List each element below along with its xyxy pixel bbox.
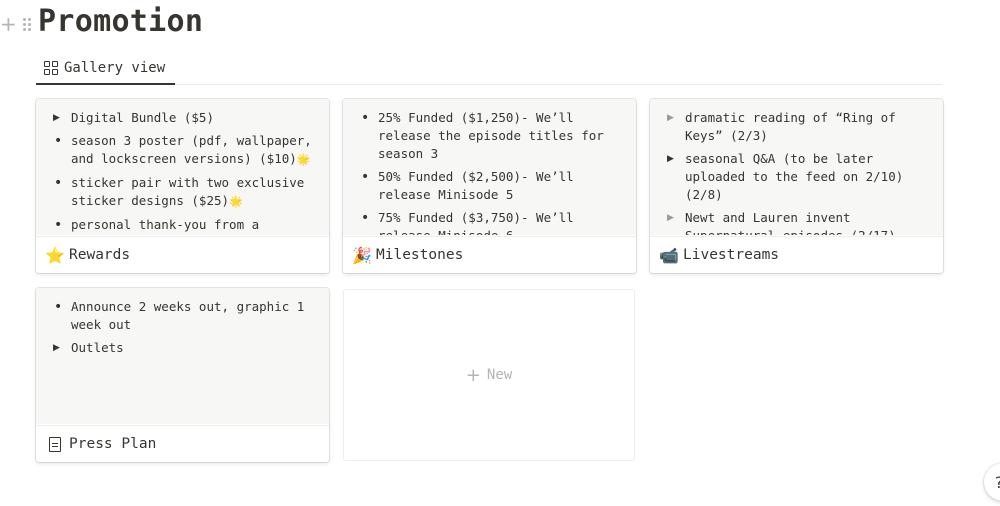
list-item: ▶ Outlets: [53, 339, 124, 357]
bullet-icon: •: [361, 169, 370, 185]
card-title-row: 🎉 Milestones: [343, 236, 636, 273]
list-item: ▶ Digital Bundle ($5): [53, 109, 214, 127]
bullet-icon: •: [361, 210, 370, 226]
drag-handle-icon[interactable]: [22, 17, 31, 31]
page-icon: [49, 436, 61, 452]
list-item: ▶ seasonal Q&A (to be later uploaded to t…: [667, 150, 904, 202]
plus-icon: +: [465, 364, 481, 386]
star-icon: 🌟: [229, 195, 243, 208]
gallery-card-press-plan[interactable]: • Announce 2 weeks out, graphic 1 week ou…: [36, 288, 329, 462]
card-title-row: ⭐ Rewards: [36, 236, 329, 273]
bullet-icon: •: [54, 133, 63, 149]
list-item: •75% Funded ($3,750)- We’ll release Mini…: [361, 210, 574, 235]
party-popper-icon: 🎉: [352, 245, 372, 265]
card-title: Press Plan: [69, 436, 157, 452]
toggle-arrow-icon[interactable]: ▶: [53, 339, 60, 357]
gallery-card-rewards[interactable]: ▶ Digital Bundle ($5) • season 3 poster (p…: [36, 99, 329, 273]
card-title: Rewards: [69, 247, 131, 263]
new-card-button[interactable]: + New: [343, 289, 635, 461]
toggle-arrow-icon[interactable]: ▶: [667, 209, 674, 227]
list-item: ▶ dramatic reading of “Ring of Keys” (2/3…: [667, 109, 896, 143]
card-title-row: Press Plan: [36, 425, 329, 462]
tab-gallery-view[interactable]: Gallery view: [36, 52, 175, 85]
list-item: • Announce 2 weeks out, graphic 1 week ou…: [54, 299, 305, 332]
bullet-icon: •: [54, 299, 63, 315]
new-card-label: New: [486, 367, 513, 383]
gallery-card-milestones[interactable]: • 25% Funded ($1,250)- We’ll release the …: [343, 99, 636, 273]
star-emoji-icon: ⭐: [45, 245, 65, 265]
toggle-arrow-icon[interactable]: ▶: [53, 109, 60, 127]
gallery-card-livestreams[interactable]: ▶ dramatic reading of “Ring of Keys” (2/3…: [650, 99, 943, 273]
gallery-grid-icon: [44, 60, 58, 75]
page-title: Promotion: [38, 4, 204, 39]
list-item: • sticker pair with two exclusive sticker…: [54, 175, 305, 208]
card-title-row: 📹 Livestreams: [650, 236, 943, 273]
card-preview: ▶ dramatic reading of “Ring of Keys” (2/3…: [650, 99, 943, 235]
star-icon: 🌟: [296, 153, 311, 166]
tab-label: Gallery view: [64, 59, 166, 76]
help-button[interactable]: ?: [984, 463, 1000, 501]
card-preview: • Announce 2 weeks out, graphic 1 week ou…: [36, 288, 329, 424]
card-title: Livestreams: [683, 247, 780, 263]
card-title: Milestones: [376, 247, 464, 263]
block-handle[interactable]: +: [0, 14, 31, 34]
bullet-icon: •: [54, 175, 63, 191]
add-block-icon[interactable]: +: [0, 14, 17, 34]
bullet-icon: •: [361, 110, 370, 126]
card-preview: ▶ Digital Bundle ($5) • season 3 poster (p…: [36, 99, 329, 235]
list-item: • 25% Funded ($1,250)- We’ll release the …: [361, 110, 604, 161]
list-item: ▶Newt and Lauren invent Supernatural epi…: [667, 209, 896, 235]
toggle-arrow-icon[interactable]: ▶: [667, 150, 674, 168]
list-item: • season 3 poster (pdf, wallpaper, and lo…: [54, 133, 312, 166]
list-item: • 50% Funded ($2,500)- We’ll release Mini…: [361, 169, 574, 202]
help-icon: ?: [995, 473, 1000, 492]
bullet-icon: •: [54, 217, 63, 233]
video-camera-icon: 📹: [659, 245, 679, 265]
list-item: • personal thank-you from a: [54, 217, 260, 233]
card-preview: • 25% Funded ($1,250)- We’ll release the …: [343, 99, 636, 235]
toggle-arrow-icon[interactable]: ▶: [667, 109, 674, 127]
view-tabs: Gallery view: [36, 52, 942, 85]
